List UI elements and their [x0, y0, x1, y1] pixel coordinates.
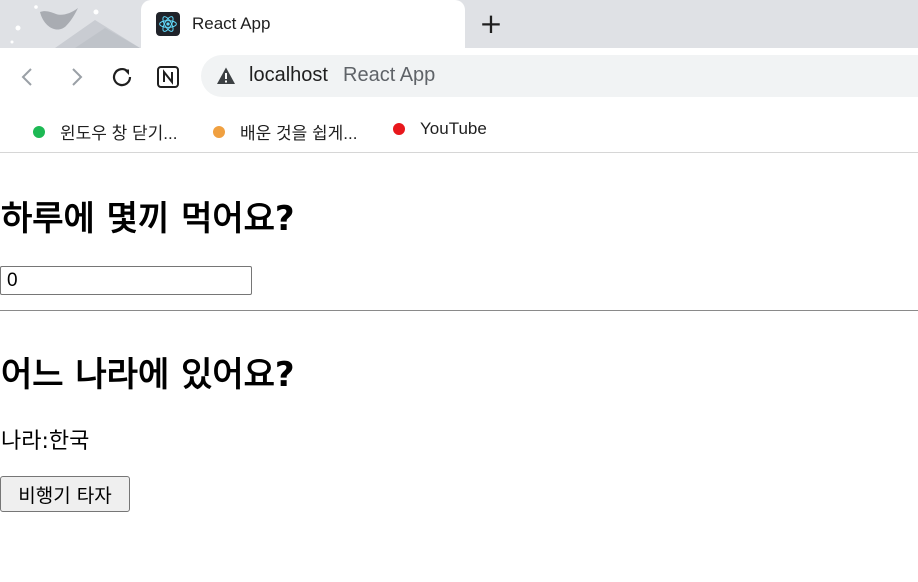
tab-title: React App — [192, 14, 271, 33]
bookmark-item[interactable]: YouTube — [393, 119, 487, 139]
bookmark-favicon-icon — [213, 125, 225, 138]
country-text: 나라:한국 — [1, 423, 89, 455]
arrow-left-icon — [21, 68, 32, 86]
tab-strip: React App + — [0, 0, 918, 48]
meals-heading: 하루에 몇끼 먹어요? — [1, 199, 295, 239]
notion-extension-button[interactable] — [153, 62, 183, 92]
country-label: 나라: — [1, 429, 49, 454]
react-icon — [156, 12, 180, 36]
meals-input[interactable] — [0, 266, 252, 295]
address-page-title: React App — [343, 64, 436, 86]
page-content: 하루에 몇끼 먹어요? 어느 나라에 있어요? 나라:한국 비행기 타자 — [0, 153, 918, 582]
new-tab-button[interactable]: + — [478, 7, 504, 40]
country-value: 한국 — [48, 429, 90, 454]
theme-decoration — [10, 5, 140, 48]
notion-icon — [157, 66, 179, 88]
bookmark-favicon-icon — [393, 123, 405, 135]
not-secure-warning-icon[interactable] — [216, 66, 236, 86]
plus-icon: + — [479, 7, 503, 40]
browser-toolbar: localhost React App — [0, 48, 918, 106]
active-tab[interactable]: React App — [141, 0, 465, 48]
back-button[interactable] — [13, 62, 43, 92]
country-heading: 어느 나라에 있어요? — [1, 355, 295, 395]
address-bar[interactable]: localhost React App — [201, 55, 918, 97]
bookmark-item[interactable]: 윈도우 창 닫기... — [33, 119, 177, 144]
bookmark-item[interactable]: 배운 것을 쉽게... — [213, 119, 357, 144]
arrow-right-icon — [72, 68, 83, 86]
bookmark-favicon-icon — [33, 125, 45, 138]
reload-button[interactable] — [107, 62, 137, 92]
reload-icon — [112, 68, 132, 87]
forward-button[interactable] — [61, 62, 91, 92]
bookmark-label: YouTube — [420, 119, 487, 138]
bookmark-label: 윈도우 창 닫기... — [60, 124, 178, 143]
bookmarks-bar: 윈도우 창 닫기... 배운 것을 쉽게... YouTube — [0, 106, 918, 153]
bookmark-label: 배운 것을 쉽게... — [240, 124, 358, 143]
fly-button[interactable]: 비행기 타자 — [0, 476, 130, 512]
divider — [0, 310, 918, 311]
address-host: localhost — [249, 64, 328, 86]
